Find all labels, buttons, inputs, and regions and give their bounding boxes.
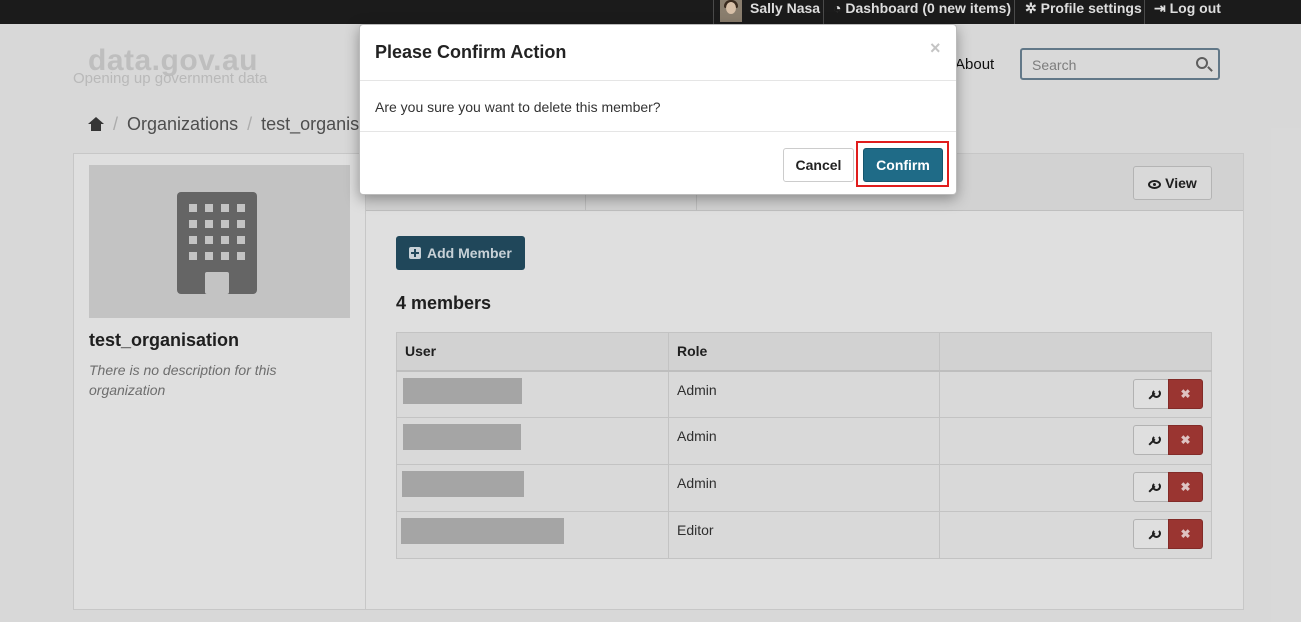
close-icon[interactable]: × xyxy=(930,38,941,59)
view-button[interactable]: View xyxy=(1133,166,1212,200)
home-icon[interactable] xyxy=(88,117,104,131)
actions-cell: ✖ xyxy=(939,464,1212,512)
delete-member-button[interactable]: ✖ xyxy=(1168,472,1203,502)
redacted-username xyxy=(401,518,564,544)
delete-member-button[interactable]: ✖ xyxy=(1168,425,1203,455)
role-cell: Admin xyxy=(668,464,940,512)
divider xyxy=(823,0,824,24)
profile-settings-label: Profile settings xyxy=(1040,0,1142,16)
table-row: Admin ✖ xyxy=(396,417,1212,465)
members-count: 4 members xyxy=(396,293,492,313)
members-table: User Role Admin ✖ Admin ✖ Admin ✖ Editor… xyxy=(396,332,1212,559)
breadcrumb-organizations[interactable]: Organizations xyxy=(127,114,238,134)
confirm-dialog: Please Confirm Action × Are you sure you… xyxy=(359,24,957,195)
site-subtitle: Opening up government data xyxy=(73,70,268,87)
dialog-header: Please Confirm Action × xyxy=(360,25,956,81)
add-member-button[interactable]: Add Member xyxy=(396,236,525,270)
add-member-label: Add Member xyxy=(427,245,512,261)
table-row: Admin ✖ xyxy=(396,370,1212,418)
org-name: test_organisation xyxy=(89,330,240,350)
delete-icon: ✖ xyxy=(1180,433,1191,447)
edit-member-button[interactable] xyxy=(1133,472,1169,502)
nav-about-link[interactable]: About xyxy=(955,56,994,73)
actions-cell: ✖ xyxy=(939,417,1212,465)
table-row: Admin ✖ xyxy=(396,464,1212,512)
plus-square-icon xyxy=(409,247,421,259)
user-cell xyxy=(396,370,669,418)
search-placeholder: Search xyxy=(1032,57,1077,73)
edit-member-button[interactable] xyxy=(1133,519,1169,549)
delete-icon: ✖ xyxy=(1180,386,1191,401)
actions-cell: ✖ xyxy=(939,370,1212,418)
view-label: View xyxy=(1165,175,1197,191)
org-description: There is no description for this organiz… xyxy=(89,362,277,398)
building-icon xyxy=(177,192,257,294)
breadcrumb: / Organizations / test_organis xyxy=(88,114,359,135)
cancel-button[interactable]: Cancel xyxy=(783,148,854,182)
delete-icon: ✖ xyxy=(1180,480,1191,494)
sign-out-icon: ⇥ xyxy=(1154,0,1166,16)
divider xyxy=(713,0,714,24)
dashboard-link[interactable]: ◔ Dashboard (0 new items) xyxy=(833,0,1011,24)
dialog-body: Are you sure you want to delete this mem… xyxy=(360,82,956,132)
dashboard-label: Dashboard (0 new items) xyxy=(845,0,1012,16)
divider xyxy=(1144,0,1145,24)
actions-cell: ✖ xyxy=(939,511,1212,559)
account-bar: Sally Nasa ◔ Dashboard (0 new items) ✲ P… xyxy=(0,0,1301,24)
profile-settings-link[interactable]: ✲ Profile settings xyxy=(1025,0,1142,24)
user-cell xyxy=(396,464,669,512)
role-cell: Admin xyxy=(668,370,940,418)
role-cell: Editor xyxy=(668,511,940,559)
column-header-role: Role xyxy=(668,332,940,372)
avatar[interactable] xyxy=(720,0,742,22)
eye-icon xyxy=(1148,180,1162,189)
delete-icon: ✖ xyxy=(1180,527,1191,541)
edit-member-button[interactable] xyxy=(1133,378,1169,409)
role-cell: Admin xyxy=(668,417,940,465)
user-cell xyxy=(396,511,669,559)
breadcrumb-current-org[interactable]: test_organis xyxy=(261,114,359,134)
logout-label: Log out xyxy=(1169,0,1221,16)
column-header-actions xyxy=(939,332,1212,372)
logout-link[interactable]: ⇥ Log out xyxy=(1154,0,1221,24)
table-row: Editor ✖ xyxy=(396,511,1212,559)
org-image xyxy=(89,165,350,318)
redacted-username xyxy=(403,377,522,404)
user-cell xyxy=(396,417,669,465)
user-name-link[interactable]: Sally Nasa xyxy=(750,0,820,24)
confirm-button[interactable]: Confirm xyxy=(863,148,943,182)
edit-member-button[interactable] xyxy=(1133,425,1169,455)
search-icon[interactable] xyxy=(1196,57,1208,69)
dashboard-icon: ◔ xyxy=(833,0,842,16)
delete-member-button[interactable]: ✖ xyxy=(1168,519,1203,549)
dialog-title: Please Confirm Action xyxy=(375,42,567,62)
column-header-user: User xyxy=(396,332,669,372)
delete-member-button[interactable]: ✖ xyxy=(1168,378,1203,409)
search-input[interactable]: Search xyxy=(1020,48,1220,80)
redacted-username xyxy=(403,424,521,450)
gear-icon: ✲ xyxy=(1025,0,1037,16)
table-header-row: User Role xyxy=(396,332,1212,372)
dialog-message: Are you sure you want to delete this mem… xyxy=(375,99,661,115)
redacted-username xyxy=(402,471,524,497)
divider xyxy=(1014,0,1015,24)
